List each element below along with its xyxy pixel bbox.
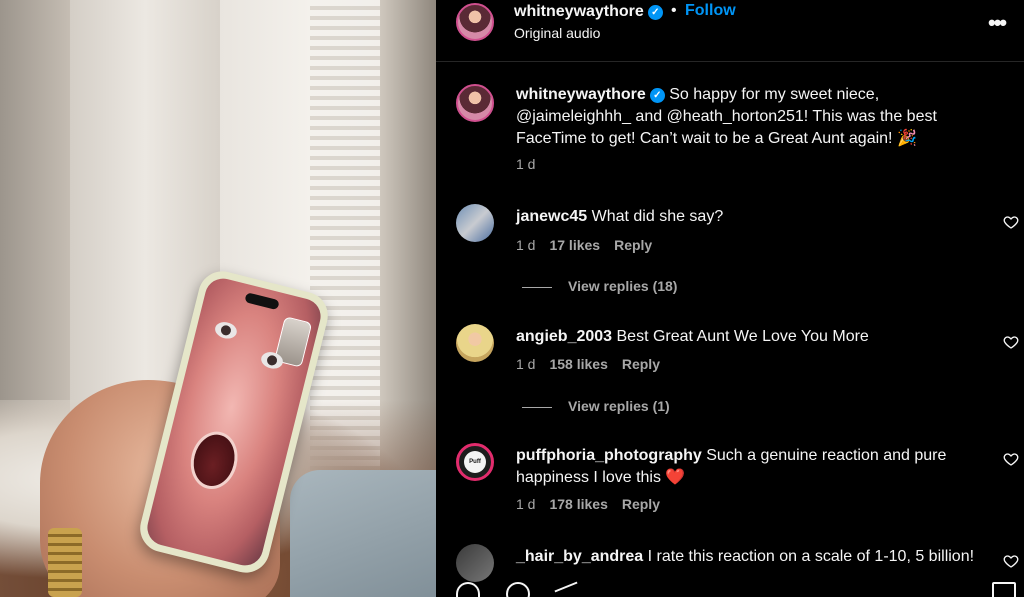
- audio-link[interactable]: Original audio: [514, 25, 600, 41]
- jeans: [290, 470, 436, 597]
- author-username[interactable]: whitneywaythore ✓: [514, 3, 663, 21]
- avatar[interactable]: [456, 3, 494, 41]
- like-heart-icon[interactable]: [1003, 214, 1019, 230]
- likes-count[interactable]: 17 likes: [549, 237, 600, 253]
- like-heart-icon[interactable]: [1003, 334, 1019, 350]
- comment-item: Puff Phoria puffphoria_photography Such …: [436, 443, 1024, 553]
- more-options-icon[interactable]: •••: [988, 10, 1007, 36]
- reply-button[interactable]: Reply: [622, 496, 660, 512]
- comment-item: angieb_2003 Best Great Aunt We Love You …: [436, 324, 1024, 434]
- wristwatch: [48, 528, 82, 597]
- comment-item: janewc45 What did she say? 1 d 17 likes Re…: [436, 204, 1024, 314]
- post-media[interactable]: [0, 0, 436, 597]
- like-post-icon[interactable]: [456, 582, 480, 597]
- view-replies-button[interactable]: View replies (1): [522, 398, 670, 414]
- separator-dot: •: [671, 2, 677, 19]
- verified-badge-icon: ✓: [649, 88, 665, 103]
- avatar[interactable]: [456, 204, 494, 242]
- face-mouth: [184, 426, 244, 495]
- avatar[interactable]: [456, 544, 494, 582]
- comment-body: What did she say?: [587, 208, 724, 225]
- face-eye: [213, 319, 239, 341]
- comment-meta: 1 d 158 likes Reply: [516, 356, 674, 372]
- post-action-bar: [436, 582, 1024, 597]
- timestamp[interactable]: 1 d: [516, 156, 535, 172]
- view-replies-button[interactable]: View replies (18): [522, 278, 677, 294]
- caption-meta: 1 d: [516, 156, 549, 172]
- reply-button[interactable]: Reply: [622, 356, 660, 372]
- timestamp[interactable]: 1 d: [516, 496, 535, 512]
- timestamp[interactable]: 1 d: [516, 356, 535, 372]
- comment-username[interactable]: puffphoria_photography: [516, 447, 702, 464]
- comment-body: I rate this reaction on a scale of 1-10,…: [643, 548, 975, 565]
- avatar-logo: Puff Phoria: [464, 451, 486, 473]
- comment-icon[interactable]: [506, 582, 530, 597]
- comment-meta: 1 d 17 likes Reply: [516, 237, 666, 253]
- comment-username[interactable]: janewc45: [516, 208, 587, 225]
- verified-badge-icon: ✓: [647, 5, 663, 20]
- comment-body: Best Great Aunt We Love You More: [612, 328, 869, 345]
- comment-username[interactable]: angieb_2003: [516, 328, 612, 345]
- comment-text: puffphoria_photography Such a genuine re…: [516, 445, 976, 489]
- comment-item: _hair_by_andrea I rate this reaction on …: [436, 544, 1024, 584]
- avatar[interactable]: [456, 84, 494, 122]
- save-icon[interactable]: [992, 582, 1016, 597]
- likes-count[interactable]: 158 likes: [549, 356, 607, 372]
- caption-text: whitneywaythore ✓ So happy for my sweet n…: [516, 84, 976, 150]
- share-icon[interactable]: [554, 582, 578, 597]
- author-username-text[interactable]: whitneywaythore: [514, 3, 644, 20]
- phone-notch: [244, 292, 280, 311]
- comment-text: janewc45 What did she say?: [516, 206, 976, 228]
- comment-text: angieb_2003 Best Great Aunt We Love You …: [516, 326, 976, 348]
- follow-button[interactable]: Follow: [685, 2, 736, 20]
- avatar[interactable]: Puff Phoria: [456, 443, 494, 481]
- post-header: whitneywaythore ✓ • Follow Original audio…: [436, 0, 1024, 62]
- like-heart-icon[interactable]: [1003, 451, 1019, 467]
- like-heart-icon[interactable]: [1003, 553, 1019, 569]
- comment-meta: 1 d 178 likes Reply: [516, 496, 674, 512]
- avatar[interactable]: [456, 324, 494, 362]
- post-side-panel: whitneywaythore ✓ • Follow Original audio…: [436, 0, 1024, 597]
- timestamp[interactable]: 1 d: [516, 237, 535, 253]
- comment-text: _hair_by_andrea I rate this reaction on …: [516, 546, 986, 568]
- reply-button[interactable]: Reply: [614, 237, 652, 253]
- likes-count[interactable]: 178 likes: [549, 496, 607, 512]
- caption-username[interactable]: whitneywaythore: [516, 86, 646, 103]
- comment-username[interactable]: _hair_by_andrea: [516, 548, 643, 565]
